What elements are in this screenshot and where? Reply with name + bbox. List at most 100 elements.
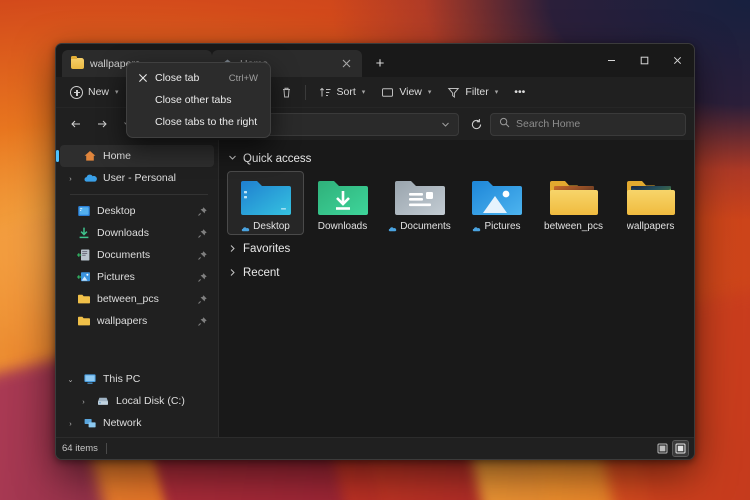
overflow-button[interactable]: ••• — [507, 81, 532, 104]
menu-item-close-tab[interactable]: Close tab Ctrl+W — [131, 67, 266, 89]
menu-item-label: Close tab — [155, 72, 200, 84]
folder-icon — [77, 292, 91, 306]
sidebar-item-label: Network — [103, 417, 142, 429]
desktop-wallpaper: wallpapers Home + — [0, 0, 750, 500]
pin-icon[interactable] — [197, 316, 208, 327]
sidebar-item-network[interactable]: › Network — [60, 412, 214, 434]
desktop-icon — [77, 204, 91, 218]
new-tab-button[interactable]: + — [367, 50, 393, 76]
item-count-label: 64 items — [62, 443, 98, 454]
sidebar-item-pictures[interactable]: Pictures — [60, 266, 214, 288]
search-placeholder: Search Home — [516, 118, 581, 130]
sidebar-item-home[interactable]: Home — [56, 145, 214, 167]
chevron-down-icon: ▾ — [361, 89, 366, 96]
group-header-favorites[interactable]: Favorites — [225, 239, 694, 259]
status-bar: 64 items — [56, 437, 694, 459]
sidebar-item-desktop[interactable]: Desktop — [60, 200, 214, 222]
close-button[interactable] — [661, 44, 694, 77]
view-button[interactable]: View ▾ — [374, 81, 438, 104]
tile-desktop[interactable]: Desktop — [227, 171, 304, 235]
group-header-quick-access[interactable]: Quick access — [225, 149, 694, 168]
sort-button-label: Sort — [336, 86, 356, 98]
tile-downloads[interactable]: Downloads — [304, 171, 381, 235]
minimize-button[interactable] — [595, 44, 628, 77]
tile-documents[interactable]: Documents — [381, 171, 458, 235]
refresh-button[interactable] — [465, 113, 487, 136]
tile-label: between_pcs — [544, 221, 603, 232]
sidebar-item-label: This PC — [103, 373, 141, 385]
chevron-right-icon[interactable]: › — [77, 397, 90, 406]
sort-button[interactable]: Sort ▾ — [312, 81, 373, 104]
delete-button[interactable] — [274, 81, 299, 104]
tile-label: Documents — [400, 221, 451, 232]
sidebar-item-downloads[interactable]: Downloads — [60, 222, 214, 244]
new-button-label: New — [88, 86, 110, 98]
search-input[interactable]: Search Home — [490, 112, 686, 136]
sidebar-item-this-pc[interactable]: ⌄ This PC — [60, 368, 214, 390]
menu-item-close-other-tabs[interactable]: Close other tabs — [131, 89, 266, 111]
plus-circle-icon — [70, 85, 83, 99]
pictures-folder-icon — [470, 175, 524, 218]
maximize-button[interactable] — [628, 44, 661, 77]
menu-item-close-tabs-to-the-right[interactable]: Close tabs to the right — [131, 111, 266, 133]
large-icons-view-button[interactable] — [672, 440, 689, 457]
pin-icon[interactable] — [197, 272, 208, 283]
tile-label-row: Downloads — [318, 221, 367, 232]
view-button-label: View — [399, 86, 422, 98]
sidebar-item-user-personal[interactable]: › User - Personal — [60, 167, 214, 189]
thispc-icon — [83, 372, 97, 386]
sidebar-item-documents[interactable]: Documents — [60, 244, 214, 266]
pin-icon[interactable] — [197, 294, 208, 305]
chevron-right-icon[interactable] — [228, 268, 237, 279]
chevron-down-icon[interactable] — [436, 115, 454, 134]
chevron-down-icon[interactable]: ⌄ — [64, 375, 77, 384]
downloads-folder-icon — [316, 175, 370, 218]
tile-label-row: between_pcs — [544, 221, 603, 232]
tile-between-pcs[interactable]: between_pcs — [535, 171, 612, 235]
downloads-icon — [77, 226, 91, 240]
search-icon — [499, 117, 510, 131]
window-body: Home › User - Personal Desktop Downloads… — [56, 140, 694, 437]
filter-button[interactable]: Filter ▾ — [440, 81, 505, 104]
tile-label-row: Documents — [388, 221, 451, 232]
pin-icon[interactable] — [197, 228, 208, 239]
sidebar-item-label: Downloads — [97, 227, 149, 239]
menu-item-label: Close other tabs — [155, 94, 232, 106]
menu-item-accelerator: Ctrl+W — [228, 72, 258, 84]
content-pane: Quick access Desktop Downloads Documents… — [219, 140, 694, 437]
chevron-right-icon[interactable]: › — [64, 419, 77, 428]
divider — [105, 443, 107, 454]
sidebar-item-wallpapers[interactable]: wallpapers — [60, 310, 214, 332]
pin-icon[interactable] — [197, 250, 208, 261]
tile-pictures[interactable]: Pictures — [458, 171, 535, 235]
sidebar-item-label: Desktop — [97, 205, 136, 217]
group-header-recent[interactable]: Recent — [225, 263, 694, 283]
chevron-right-icon[interactable] — [228, 244, 237, 255]
sidebar-item-between-pcs[interactable]: between_pcs — [60, 288, 214, 310]
documents-icon — [77, 248, 91, 262]
sidebar-item-local-disk-c[interactable]: › Local Disk (C:) — [60, 390, 214, 412]
sidebar-item-label: Pictures — [97, 271, 135, 283]
close-icon[interactable] — [338, 56, 354, 72]
tile-wallpapers[interactable]: wallpapers — [612, 171, 689, 235]
pin-icon[interactable] — [197, 206, 208, 217]
sidebar-item-label: User - Personal — [103, 172, 176, 184]
network-icon — [83, 416, 97, 430]
chevron-down-icon[interactable] — [228, 153, 237, 164]
photo-folder-icon — [547, 175, 601, 218]
divider — [304, 84, 306, 100]
quick-access-tiles: Desktop Downloads Documents Pictures bet… — [225, 171, 694, 235]
cloud-icon — [472, 224, 481, 231]
forward-button[interactable] — [90, 113, 113, 136]
close-icon — [135, 73, 150, 83]
new-button[interactable]: New ▾ — [63, 81, 126, 104]
home-icon — [83, 149, 97, 163]
chevron-right-icon[interactable]: › — [64, 174, 77, 183]
group-label: Favorites — [243, 243, 291, 255]
details-view-button[interactable] — [655, 441, 670, 456]
onedrive-icon — [83, 171, 97, 185]
tile-label-row: Desktop — [241, 221, 290, 232]
back-button[interactable] — [64, 113, 87, 136]
